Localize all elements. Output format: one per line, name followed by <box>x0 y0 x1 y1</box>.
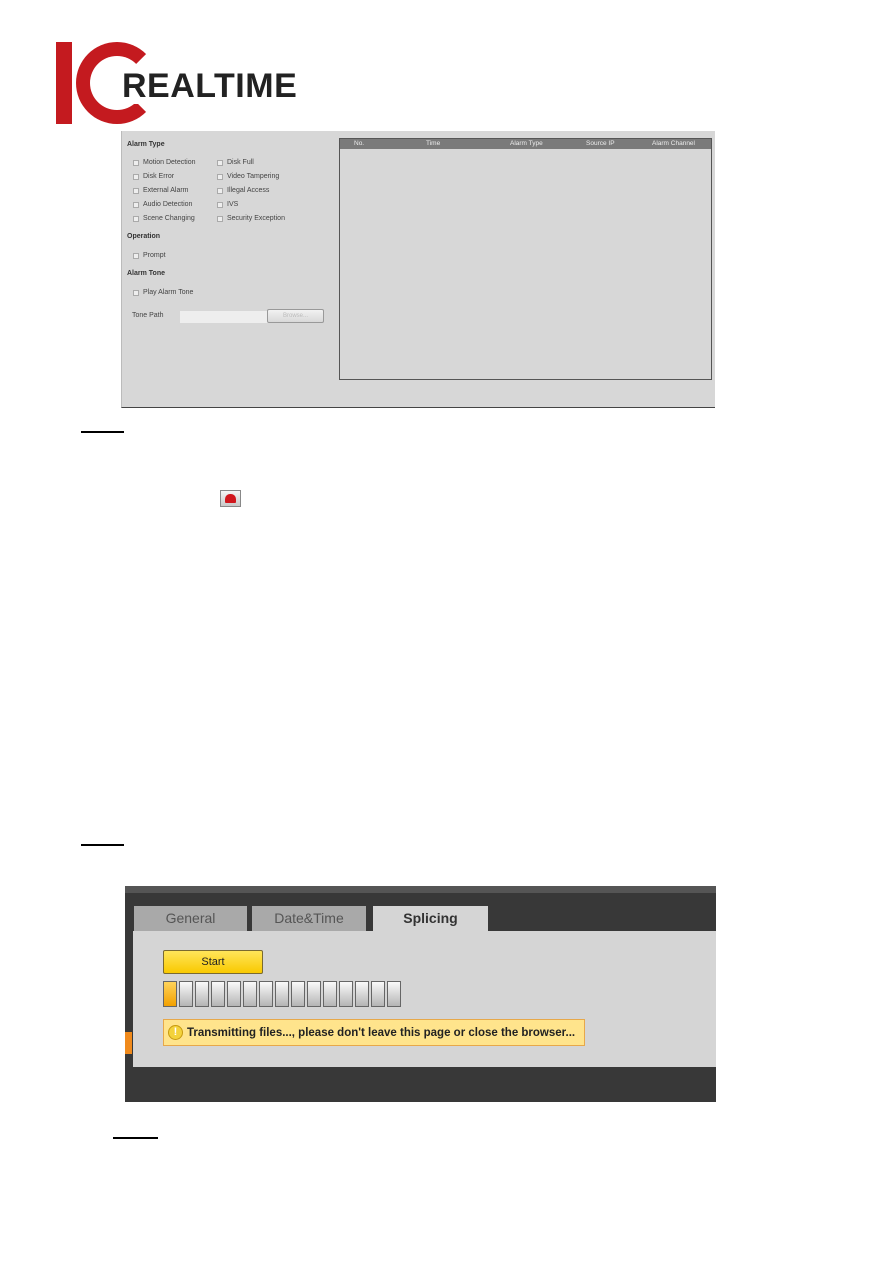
start-button[interactable]: Start <box>163 950 263 974</box>
logo-i-bar <box>56 42 72 124</box>
top-strip <box>125 886 716 893</box>
checkbox-box[interactable] <box>133 187 139 194</box>
alarm-list-table: No. Time Alarm Type Source IP Alarm Chan… <box>339 138 712 380</box>
checkbox-box[interactable] <box>217 159 223 166</box>
alarm-settings-panel: Alarm Type Motion Detection Disk Error E… <box>121 131 715 408</box>
operation-title: Operation <box>127 233 161 240</box>
step-underline <box>81 844 124 846</box>
progress-segment <box>355 981 369 1007</box>
checkbox-security-exception[interactable]: Security Exception <box>217 215 285 222</box>
checkbox-box[interactable] <box>217 201 223 208</box>
bell-shape <box>225 494 236 503</box>
checkbox-box[interactable] <box>133 289 139 296</box>
tab-splicing[interactable]: Splicing <box>373 906 488 931</box>
checkbox-external-alarm[interactable]: External Alarm <box>133 187 189 194</box>
column-alarm-type[interactable]: Alarm Type <box>510 140 543 147</box>
alarm-type-title: Alarm Type <box>127 141 165 148</box>
progress-segment <box>291 981 305 1007</box>
progress-segment <box>195 981 209 1007</box>
column-no[interactable]: No. <box>354 140 364 147</box>
checkbox-box[interactable] <box>133 252 139 259</box>
alarm-bell-icon <box>220 490 241 507</box>
checkbox-box[interactable] <box>133 201 139 208</box>
alarm-tone-title: Alarm Tone <box>127 270 165 277</box>
checkbox-box[interactable] <box>133 215 139 222</box>
progress-segment <box>179 981 193 1007</box>
browse-button[interactable]: Browse... <box>267 309 324 323</box>
progress-segment <box>307 981 321 1007</box>
progress-segment <box>371 981 385 1007</box>
splicing-content: Start ! Transmitting files..., please do… <box>133 931 716 1067</box>
tab-date-time[interactable]: Date&Time <box>252 906 366 931</box>
checkbox-box[interactable] <box>217 187 223 194</box>
tone-path-label: Tone Path <box>132 312 164 319</box>
checkbox-box[interactable] <box>133 173 139 180</box>
progress-segment <box>243 981 257 1007</box>
tab-general[interactable]: General <box>134 906 247 931</box>
checkbox-box[interactable] <box>217 215 223 222</box>
step-underline <box>113 1137 158 1139</box>
progress-segment <box>339 981 353 1007</box>
column-alarm-channel[interactable]: Alarm Channel <box>652 140 695 147</box>
transmitting-notice: ! Transmitting files..., please don't le… <box>163 1019 585 1046</box>
progress-segment <box>259 981 273 1007</box>
checkbox-disk-full[interactable]: Disk Full <box>217 159 254 166</box>
checkbox-prompt[interactable]: Prompt <box>133 252 166 259</box>
checkbox-video-tampering[interactable]: Video Tampering <box>217 173 279 180</box>
progress-segment <box>275 981 289 1007</box>
checkbox-box[interactable] <box>217 173 223 180</box>
column-time[interactable]: Time <box>426 140 440 147</box>
checkbox-box[interactable] <box>133 159 139 166</box>
checkbox-scene-changing[interactable]: Scene Changing <box>133 215 195 222</box>
side-handle[interactable] <box>125 1032 132 1054</box>
progress-segment <box>387 981 401 1007</box>
checkbox-disk-error[interactable]: Disk Error <box>133 173 174 180</box>
checkbox-audio-detection[interactable]: Audio Detection <box>133 201 192 208</box>
progress-segment <box>163 981 177 1007</box>
progress-segment <box>323 981 337 1007</box>
checkbox-motion-detection[interactable]: Motion Detection <box>133 159 196 166</box>
checkbox-play-alarm-tone[interactable]: Play Alarm Tone <box>133 289 193 296</box>
column-source-ip[interactable]: Source IP <box>586 140 615 147</box>
ic-realtime-logo: REALTIME <box>56 42 298 126</box>
checkbox-ivs[interactable]: IVS <box>217 201 238 208</box>
table-header: No. Time Alarm Type Source IP Alarm Chan… <box>340 139 711 149</box>
tone-path-input[interactable] <box>180 311 269 323</box>
notice-text: Transmitting files..., please don't leav… <box>187 1026 576 1039</box>
step-underline <box>81 431 124 433</box>
logo-wordmark: REALTIME <box>120 67 298 105</box>
progress-segment <box>211 981 225 1007</box>
splicing-progress-bar <box>163 981 401 1007</box>
progress-segment <box>227 981 241 1007</box>
splicing-panel: General Date&Time Splicing Start ! Trans… <box>125 886 716 1102</box>
warning-icon: ! <box>168 1025 183 1040</box>
checkbox-illegal-access[interactable]: Illegal Access <box>217 187 269 194</box>
